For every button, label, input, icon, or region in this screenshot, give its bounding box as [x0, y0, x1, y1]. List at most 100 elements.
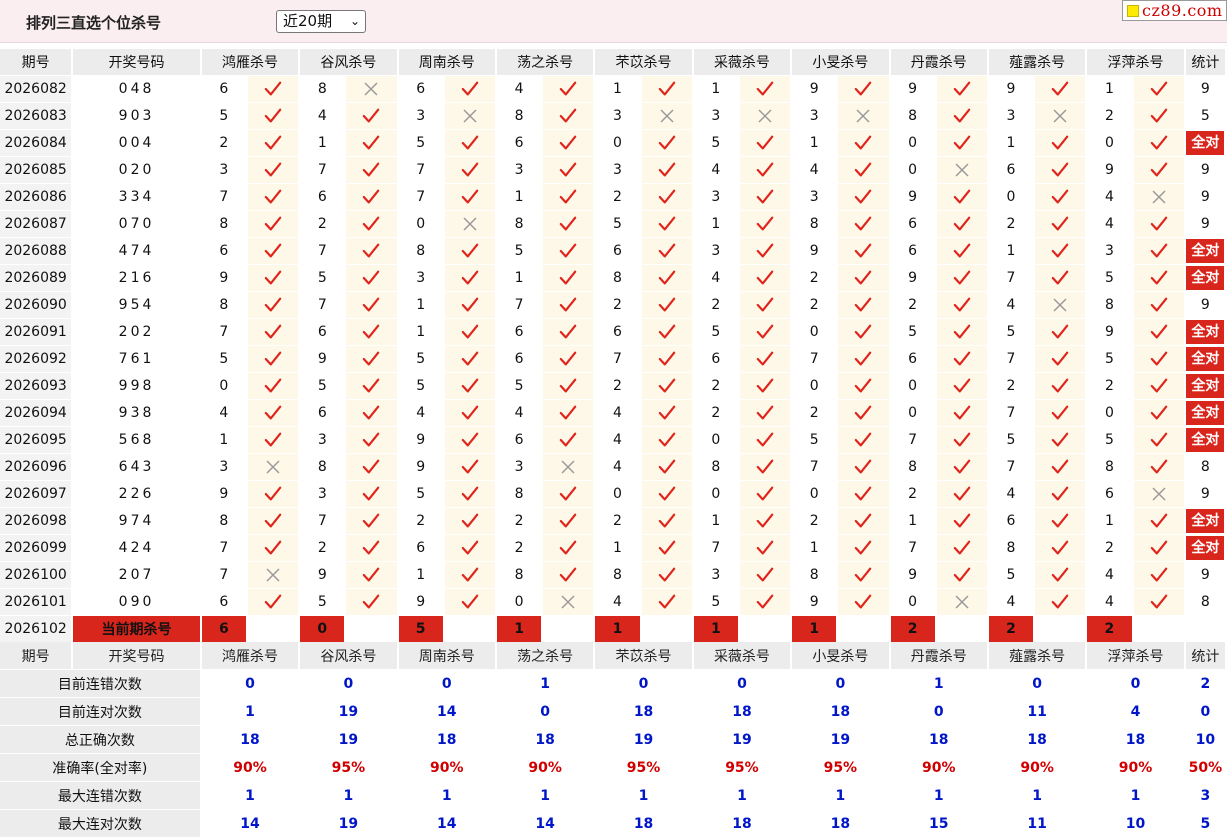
check-icon [658, 216, 675, 231]
wrong-mark-cell [1034, 102, 1088, 130]
correct-mark-cell [542, 480, 596, 508]
correct-mark-cell [246, 156, 301, 184]
check-icon [363, 594, 380, 609]
correct-mark-cell [1034, 210, 1088, 238]
summary-value: 19 [299, 697, 399, 726]
column-expert-header: 芣苡杀号 [594, 49, 694, 76]
correct-mark-cell [542, 534, 596, 562]
correct-mark-cell [738, 156, 793, 184]
check-icon [363, 108, 380, 123]
check-icon [953, 405, 971, 420]
correct-mark-cell [1034, 399, 1088, 427]
summary-value: 18 [692, 697, 793, 726]
kill-number-cell: 7 [397, 156, 445, 184]
correct-mark-cell [738, 183, 793, 211]
check-icon [363, 351, 380, 366]
check-icon [1051, 513, 1069, 528]
kill-number-cell: 5 [1086, 426, 1134, 454]
check-icon [855, 459, 872, 474]
summary-value: 95% [299, 753, 399, 782]
wrong-mark-cell [246, 453, 301, 481]
correct-mark-cell [640, 237, 694, 265]
check-icon [1150, 432, 1167, 447]
check-icon [1150, 378, 1167, 393]
wrong-mark-cell [246, 561, 301, 589]
summary-value: 0 [791, 669, 891, 698]
correct-mark-cell [1132, 561, 1186, 589]
summary-column-expert-header: 芣苡杀号 [594, 642, 694, 670]
correct-mark-cell [1034, 588, 1088, 616]
correct-mark-cell [1034, 561, 1088, 589]
term-cell: 2026101 [0, 588, 74, 616]
term-cell: 2026092 [0, 345, 74, 373]
table-row: 2026085 020 3 7 7 3 3 4 4 0 6 9 9 [0, 156, 1227, 184]
correct-mark-cell [1034, 129, 1088, 157]
term-cell: 2026094 [0, 399, 74, 427]
summary-value: 19 [791, 725, 891, 754]
site-logo[interactable]: cz89.com [1122, 0, 1227, 21]
summary-value: 18 [987, 725, 1088, 754]
stat-cell: 全对 [1184, 507, 1227, 535]
all-correct-badge: 全对 [1186, 509, 1224, 533]
kill-number-cell: 6 [495, 345, 544, 373]
kill-number-cell: 6 [594, 318, 642, 346]
kill-number-cell: 5 [692, 129, 740, 157]
correct-mark-cell [443, 291, 497, 319]
draw-number-cell: 954 [72, 291, 202, 319]
correct-mark-cell [345, 561, 399, 589]
kill-number-cell: 1 [692, 210, 740, 238]
period-select[interactable]: 近20期 ⌄ [276, 10, 366, 33]
correct-mark-cell [542, 507, 596, 535]
kill-number-cell: 7 [495, 291, 544, 319]
kill-number-cell: 2 [791, 264, 839, 292]
term-cell: 2026100 [0, 561, 74, 589]
correct-mark-cell [837, 210, 891, 238]
correct-mark-cell [246, 507, 301, 535]
check-icon [953, 486, 971, 501]
check-icon [461, 189, 479, 204]
check-icon [855, 378, 872, 393]
check-icon [461, 243, 479, 258]
correct-mark-cell [935, 264, 989, 292]
kill-number-cell: 0 [200, 372, 248, 400]
stat-cell: 全对 [1184, 237, 1227, 265]
check-icon [559, 162, 577, 177]
correct-mark-cell [1034, 75, 1088, 103]
summary-value: 90% [200, 753, 301, 782]
check-icon [461, 486, 479, 501]
kill-number-cell: 8 [495, 210, 544, 238]
table-row: 2026083 903 5 4 3 8 3 3 3 8 3 2 5 [0, 102, 1227, 130]
kill-number-cell: 0 [791, 372, 839, 400]
table-row: 2026089 216 9 5 3 1 8 4 2 9 7 5 全对 [0, 264, 1227, 292]
table-row: 2026088 474 6 7 8 5 6 3 9 6 1 3 全对 [0, 237, 1227, 265]
correct-mark-cell [837, 129, 891, 157]
check-icon [1051, 594, 1069, 609]
summary-value: 15 [889, 809, 989, 838]
correct-mark-cell [1132, 426, 1186, 454]
cross-icon [561, 460, 575, 474]
summary-value: 4 [1086, 697, 1186, 726]
correct-mark-cell [246, 426, 301, 454]
kill-number-cell: 3 [200, 453, 248, 481]
check-icon [658, 351, 675, 366]
check-icon [1051, 567, 1069, 582]
correct-mark-cell [246, 237, 301, 265]
kill-number-cell: 2 [889, 480, 937, 508]
correct-mark-cell [935, 345, 989, 373]
correct-mark-cell [542, 561, 596, 589]
correct-mark-cell [443, 480, 497, 508]
kill-number-cell: 5 [692, 318, 740, 346]
stat-cell: 5 [1184, 102, 1227, 130]
correct-mark-cell [837, 480, 891, 508]
draw-number-cell: 202 [72, 318, 202, 346]
table-row: 2026084 004 2 1 5 6 0 5 1 0 1 0 全对 [0, 129, 1227, 157]
check-icon [559, 432, 577, 447]
kill-number-cell: 5 [200, 102, 248, 130]
correct-mark-cell [542, 345, 596, 373]
cross-icon [955, 595, 969, 609]
check-icon [1150, 594, 1167, 609]
logo-text: cz89.com [1142, 1, 1223, 20]
current-kill-spacer [443, 615, 497, 643]
summary-value: 19 [299, 725, 399, 754]
check-icon [658, 270, 675, 285]
